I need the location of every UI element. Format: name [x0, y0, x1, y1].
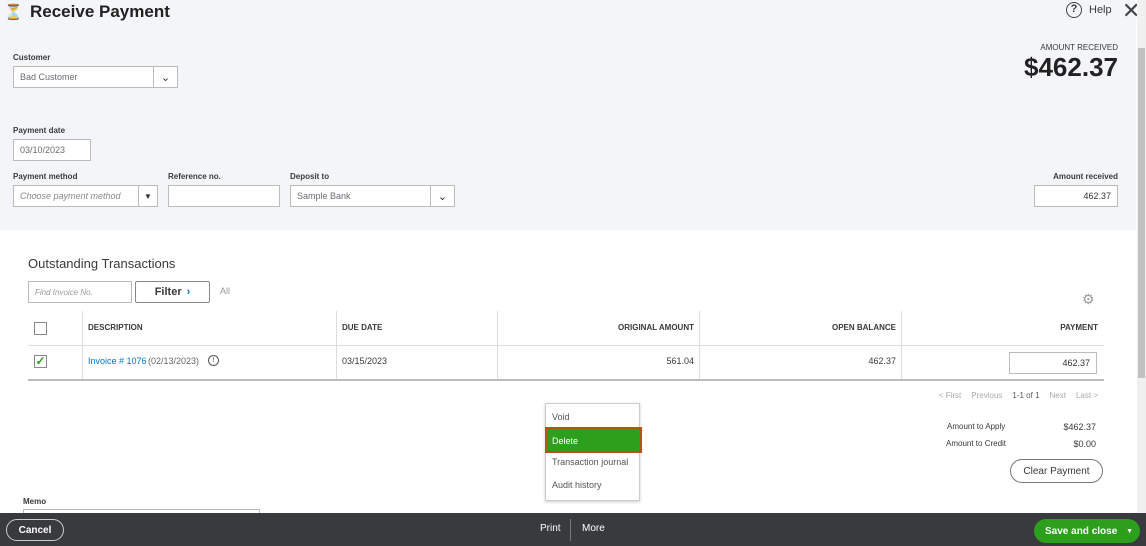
amount-credit-label: Amount to Credit [946, 439, 1007, 448]
menu-item-delete[interactable]: Delete [545, 427, 642, 453]
footer-bar: Cancel Print More Save and close ▼ [0, 513, 1146, 546]
info-icon[interactable]: ! [208, 355, 219, 366]
col-open-balance: OPEN BALANCE [831, 323, 896, 332]
caret-down-icon[interactable]: ▼ [1126, 528, 1133, 535]
scrollbar[interactable] [1137, 0, 1146, 513]
chevron-down-icon[interactable]: ⌄ [430, 186, 454, 206]
col-due-date: DUE DATE [342, 323, 383, 332]
amount-received-label: Amount received [1053, 172, 1118, 181]
amount-received-big: $462.37 [1024, 52, 1118, 82]
payment-date-input[interactable]: 03/10/2023 [13, 139, 91, 161]
chevron-down-icon[interactable]: ⌄ [153, 67, 177, 87]
history-icon[interactable]: ⏳ [4, 3, 23, 21]
amount-received-top-label: AMOUNT RECEIVED [1040, 43, 1118, 52]
payment-method-placeholder: Choose payment method [20, 191, 121, 201]
find-invoice-input[interactable]: Find Invoice No. [28, 281, 132, 303]
filter-label: Filter [154, 286, 182, 298]
col-description: DESCRIPTION [88, 323, 143, 332]
more-button[interactable]: More [582, 523, 605, 534]
reference-input[interactable] [168, 185, 280, 207]
menu-item-audit-history[interactable]: Audit history [552, 480, 602, 490]
chevron-right-icon: › [186, 286, 191, 298]
reference-label: Reference no. [168, 172, 221, 181]
due-date: 03/15/2023 [342, 356, 388, 366]
gear-icon[interactable]: ⚙ [1082, 291, 1095, 308]
amount-apply-label: Amount to Apply [947, 422, 1006, 431]
deposit-value: Sample Bank [297, 191, 351, 201]
pager-previous[interactable]: Previous [971, 391, 1002, 400]
invoice-link[interactable]: Invoice # 1076 [88, 356, 147, 366]
help-link[interactable]: Help [1089, 4, 1112, 16]
pager-first[interactable]: < First [939, 391, 961, 400]
menu-item-transaction-journal[interactable]: Transaction journal [552, 457, 628, 467]
invoice-date: (02/13/2023) [148, 356, 200, 366]
clear-payment-button[interactable]: Clear Payment [1010, 459, 1103, 483]
row-checkbox[interactable]: ✓ [34, 355, 47, 368]
customer-label: Customer [13, 53, 51, 62]
payment-input[interactable]: 462.37 [1009, 352, 1097, 374]
amount-apply-value: $462.37 [1063, 422, 1096, 432]
customer-value: Bad Customer [20, 72, 78, 82]
pager-last[interactable]: Last > [1076, 391, 1098, 400]
help-icon[interactable]: ? [1066, 2, 1082, 18]
col-payment: PAYMENT [1060, 323, 1098, 332]
amount-received-input[interactable]: 462.37 [1034, 185, 1118, 207]
more-menu: Void Delete Transaction journal Audit hi… [545, 403, 642, 501]
col-original-amount: ORIGINAL AMOUNT [618, 323, 694, 332]
payment-date-label: Payment date [13, 126, 66, 135]
caret-down-icon[interactable]: ▼ [138, 186, 157, 206]
save-and-close-button[interactable]: Save and close ▼ [1034, 519, 1140, 543]
menu-item-void[interactable]: Void [552, 412, 570, 422]
pager-next[interactable]: Next [1050, 391, 1066, 400]
deposit-select[interactable]: Sample Bank ⌄ [290, 185, 455, 207]
payment-method-select[interactable]: Choose payment method ▼ [13, 185, 158, 207]
open-balance: 462.37 [868, 356, 896, 366]
outstanding-title: Outstanding Transactions [28, 256, 176, 271]
filter-button[interactable]: Filter › [135, 281, 210, 303]
deposit-label: Deposit to [290, 172, 330, 181]
pager: < First Previous 1-1 of 1 Next Last > [939, 391, 1098, 400]
filter-all: All [220, 286, 231, 296]
save-label: Save and close [1045, 525, 1118, 537]
payment-method-label: Payment method [13, 172, 78, 181]
pager-range: 1-1 of 1 [1012, 391, 1040, 400]
menu-item-delete-label: Delete [552, 436, 579, 446]
customer-select[interactable]: Bad Customer ⌄ [13, 66, 178, 88]
amount-credit-value: $0.00 [1073, 439, 1096, 449]
memo-label: Memo [23, 497, 47, 506]
print-button[interactable]: Print [540, 523, 561, 534]
original-amount: 561.04 [666, 356, 694, 366]
select-all-checkbox[interactable] [34, 322, 47, 335]
page-title: Receive Payment [30, 2, 170, 21]
cancel-button[interactable]: Cancel [6, 519, 64, 541]
